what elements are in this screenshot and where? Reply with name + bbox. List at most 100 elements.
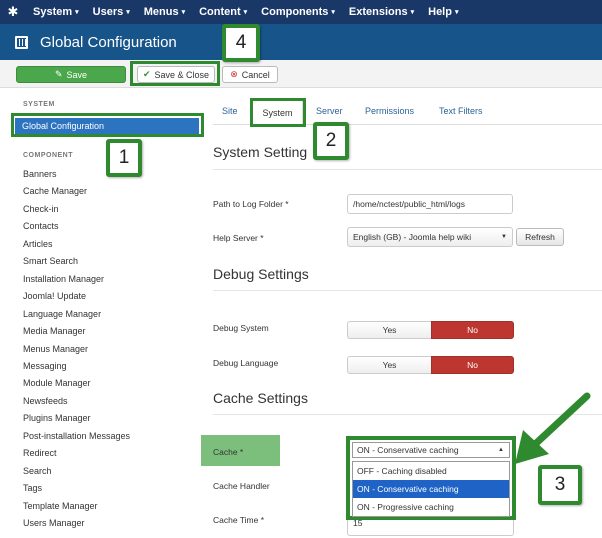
sidebar-item-language-manager[interactable]: Language Manager xyxy=(23,309,101,319)
cache-option-off[interactable]: OFF - Caching disabled xyxy=(353,462,509,480)
page-title: Global Configuration xyxy=(40,33,177,51)
debug-language-yes-button[interactable]: Yes xyxy=(347,356,431,374)
cache-time-label: Cache Time * xyxy=(213,515,265,525)
cache-option-progressive[interactable]: ON - Progressive caching xyxy=(353,498,509,516)
debug-system-no-button[interactable]: No xyxy=(431,321,514,339)
tab-text-filters[interactable]: Text Filters xyxy=(439,106,483,116)
tab-system[interactable]: System xyxy=(252,100,303,125)
top-navbar: ✱ System ▾ Users ▾ Menus ▾ Content ▾ Compone… xyxy=(0,0,602,24)
cache-options-list: OFF - Caching disabled ON - Conservative… xyxy=(352,461,510,517)
cache-time-input[interactable]: 15 xyxy=(347,518,514,536)
joomla-logo-icon[interactable]: ✱ xyxy=(0,0,26,24)
help-server-label: Help Server * xyxy=(213,233,264,243)
cache-handler-label: Cache Handler xyxy=(213,481,270,491)
nav-menu-extensions[interactable]: Extensions ▾ xyxy=(342,0,421,24)
cache-select[interactable]: ON - Conservative caching ▲ xyxy=(352,442,510,458)
nav-menu-content[interactable]: Content ▾ xyxy=(192,0,254,24)
nav-label: System xyxy=(33,6,73,18)
sidebar-item-installation-manager[interactable]: Installation Manager xyxy=(23,274,104,284)
cancel-label: Cancel xyxy=(241,69,270,80)
log-path-input[interactable]: /home/nctest/public_html/logs xyxy=(347,194,513,214)
sidebar-item-banners[interactable]: Banners xyxy=(23,169,57,179)
nav-label: Users xyxy=(92,6,124,18)
sidebar-item-contacts[interactable]: Contacts xyxy=(23,221,59,231)
nav-label: Help xyxy=(428,6,452,18)
green-arrow-icon xyxy=(515,392,591,464)
debug-system-yes-button[interactable]: Yes xyxy=(347,321,431,339)
system-settings-heading: System Setting xyxy=(213,144,308,160)
caret-down-icon: ▼ xyxy=(501,234,507,240)
save-close-label: Save & Close xyxy=(154,69,210,80)
log-path-label: Path to Log Folder * xyxy=(213,199,289,209)
nav-menu-system[interactable]: System ▾ xyxy=(26,0,86,24)
page-header: Global Configuration xyxy=(0,24,602,60)
nav-label: Content xyxy=(199,6,241,18)
caret-down-icon: ▾ xyxy=(331,9,335,16)
toolbar: ✎ Save ✔ Save & Close ⊗ Cancel xyxy=(0,60,602,88)
debug-system-toggle: Yes No xyxy=(347,321,514,339)
caret-down-icon: ▲ xyxy=(498,447,504,453)
caret-down-icon: ▾ xyxy=(126,9,130,16)
caret-down-icon: ▾ xyxy=(243,9,248,16)
sidebar-item-post-installation-messages[interactable]: Post-installation Messages xyxy=(23,431,130,441)
sidebar-item-check-in[interactable]: Check-in xyxy=(23,204,59,214)
debug-system-label: Debug System xyxy=(213,323,269,333)
sidebar-component-heading: COMPONENT xyxy=(23,152,73,159)
refresh-button[interactable]: Refresh xyxy=(516,228,564,246)
save-button[interactable]: ✎ Save xyxy=(16,66,126,83)
sidebar-item-cache-manager[interactable]: Cache Manager xyxy=(23,186,87,196)
callout-badge-2: 2 xyxy=(313,122,349,160)
tab-site[interactable]: Site xyxy=(222,106,238,116)
nav-menu-menus[interactable]: Menus ▾ xyxy=(137,0,192,24)
help-server-select[interactable]: English (GB) - Joomla help wiki ▼ xyxy=(347,227,513,247)
cancel-button[interactable]: ⊗ Cancel xyxy=(222,66,278,83)
edit-icon: ✎ xyxy=(54,69,63,79)
sidebar-item-media-manager[interactable]: Media Manager xyxy=(23,326,86,336)
nav-label: Components xyxy=(261,6,329,18)
sidebar-item-redirect[interactable]: Redirect xyxy=(23,448,57,458)
sidebar-item-template-manager[interactable]: Template Manager xyxy=(23,501,98,511)
sidebar-item-newsfeeds[interactable]: Newsfeeds xyxy=(23,396,68,406)
help-server-value: English (GB) - Joomla help wiki xyxy=(353,232,472,242)
sidebar-item-global-configuration[interactable]: Global Configuration xyxy=(15,118,199,134)
equalizer-icon xyxy=(15,35,28,49)
sidebar-item-smart-search[interactable]: Smart Search xyxy=(23,256,78,266)
nav-menu-users[interactable]: Users ▾ xyxy=(86,0,137,24)
sidebar-item-plugins-manager[interactable]: Plugins Manager xyxy=(23,413,91,423)
save-label: Save xyxy=(66,69,88,80)
cache-settings-heading: Cache Settings xyxy=(213,390,308,406)
tab-permissions[interactable]: Permissions xyxy=(365,106,414,116)
sidebar-item-module-manager[interactable]: Module Manager xyxy=(23,378,91,388)
nav-label: Menus xyxy=(143,6,179,18)
section-divider xyxy=(213,290,602,291)
caret-down-icon: ▾ xyxy=(181,9,186,16)
sidebar-item-messaging[interactable]: Messaging xyxy=(23,361,67,371)
debug-language-toggle: Yes No xyxy=(347,356,514,374)
nav-menu-components[interactable]: Components ▾ xyxy=(254,0,342,24)
caret-down-icon: ▾ xyxy=(454,9,459,16)
nav-menu-help[interactable]: Help ▾ xyxy=(421,0,465,24)
cancel-icon: ⊗ xyxy=(230,69,238,79)
nav-label: Extensions xyxy=(348,6,408,18)
debug-language-label: Debug Language xyxy=(213,358,279,368)
save-close-button[interactable]: ✔ Save & Close xyxy=(137,66,215,83)
tab-server[interactable]: Server xyxy=(316,106,343,116)
debug-language-no-button[interactable]: No xyxy=(431,356,514,374)
callout-badge-3: 3 xyxy=(538,465,582,505)
sidebar-system-heading: SYSTEM xyxy=(23,101,55,108)
callout-badge-4: 4 xyxy=(222,24,260,62)
sidebar-item-articles[interactable]: Articles xyxy=(23,239,53,249)
cache-selected-value: ON - Conservative caching xyxy=(357,445,459,455)
sidebar-item-search[interactable]: Search xyxy=(23,466,52,476)
check-icon: ✔ xyxy=(142,69,151,79)
caret-down-icon: ▾ xyxy=(75,9,79,16)
section-divider xyxy=(213,169,602,170)
callout-badge-1: 1 xyxy=(106,139,142,177)
sidebar-item-joomla-update[interactable]: Joomla! Update xyxy=(23,291,86,301)
cache-option-conservative[interactable]: ON - Conservative caching xyxy=(353,480,509,498)
debug-settings-heading: Debug Settings xyxy=(213,266,309,282)
sidebar-item-users-manager[interactable]: Users Manager xyxy=(23,518,85,528)
cache-label: Cache * xyxy=(213,447,244,457)
sidebar-item-menus-manager[interactable]: Menus Manager xyxy=(23,344,88,354)
sidebar-item-tags[interactable]: Tags xyxy=(23,483,42,493)
